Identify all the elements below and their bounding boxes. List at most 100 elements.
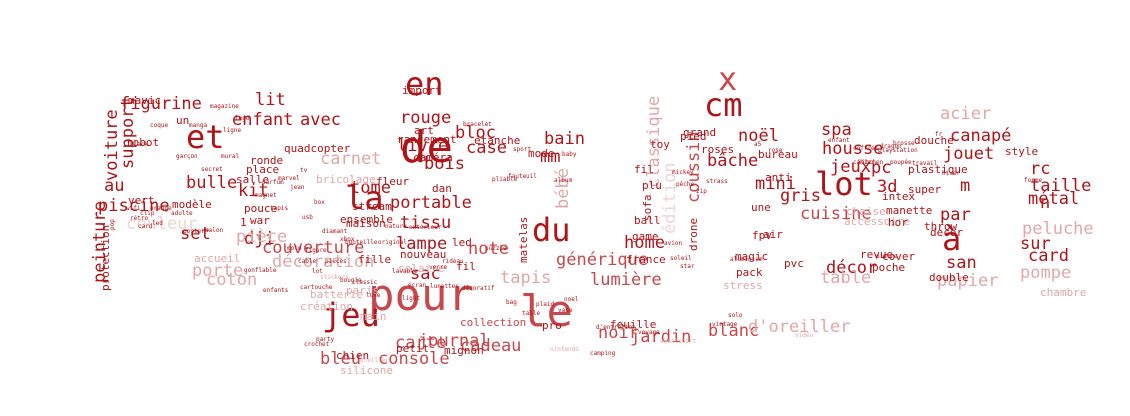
cloud-word: voyage xyxy=(638,329,660,336)
cloud-word: table xyxy=(820,268,872,288)
cloud-word: table xyxy=(522,310,541,317)
cloud-word: x xyxy=(718,60,738,98)
cloud-word: coffret xyxy=(853,145,879,152)
cloud-word: 1 xyxy=(240,216,247,229)
cloud-word: original xyxy=(378,239,407,246)
cloud-word: dan xyxy=(432,182,452,195)
cloud-word: led xyxy=(452,236,472,249)
cloud-word: pro xyxy=(542,319,562,332)
cloud-word: carnet xyxy=(320,149,382,169)
cloud-word: light xyxy=(402,295,421,302)
cloud-word: chaise xyxy=(846,205,886,218)
cloud-word: bracelet xyxy=(463,121,492,128)
cloud-word: d'entretien xyxy=(596,324,636,331)
cloud-word: diamant xyxy=(322,228,348,235)
cloud-word: poster xyxy=(183,228,205,235)
cloud-word: bébé xyxy=(553,168,573,209)
cloud-word: modèle xyxy=(172,198,212,211)
cloud-word: star xyxy=(680,263,695,270)
cloud-word: crochet xyxy=(304,341,330,348)
cloud-word: tapis xyxy=(500,268,552,288)
cloud-word: protection xyxy=(99,224,112,291)
cloud-word: hor xyxy=(888,216,908,229)
cloud-word: san xyxy=(946,253,977,273)
cloud-word: du xyxy=(532,211,571,249)
cloud-word: métal xyxy=(1028,189,1080,209)
cloud-word: une xyxy=(751,201,771,214)
cloud-word: m xyxy=(960,176,971,196)
cloud-word: écran xyxy=(408,282,427,289)
cloud-word: magazine xyxy=(210,103,239,110)
cloud-word: plu xyxy=(642,179,662,192)
cloud-word: led xyxy=(152,220,163,227)
cloud-word: soleil xyxy=(670,255,692,262)
cloud-word: étanche xyxy=(474,134,521,147)
cloud-word: vintage xyxy=(712,321,738,328)
word-cloud: pour de le la en et du à cm lot jeu x rc n m piscine enf… xyxy=(0,0,1130,416)
cloud-word: album xyxy=(554,177,573,184)
cloud-word: pierre xyxy=(876,253,898,260)
cloud-word: vase xyxy=(558,307,573,314)
cloud-word: matelas xyxy=(517,216,530,263)
cloud-word: intex xyxy=(882,190,916,203)
cloud-word: enfant xyxy=(828,137,850,144)
cloud-word: cartouche xyxy=(300,284,333,291)
cloud-word: oreiller xyxy=(360,357,389,364)
cloud-word: manga xyxy=(189,122,208,129)
cloud-word: jouet xyxy=(943,144,995,164)
cloud-word: noel xyxy=(564,296,579,303)
cloud-word: verre xyxy=(429,264,448,271)
cloud-word: a5 xyxy=(754,141,762,148)
cloud-word: rose xyxy=(768,147,783,154)
cloud-word: adulte xyxy=(171,210,193,217)
cloud-word: pack xyxy=(736,266,763,279)
cloud-word: lavable xyxy=(392,268,418,275)
cloud-word: decor xyxy=(930,226,964,239)
cloud-word: pièce xyxy=(236,227,288,247)
cloud-word: sweatshirt xyxy=(660,338,697,345)
cloud-word: art xyxy=(414,124,434,137)
cloud-word: aluminium xyxy=(730,256,763,263)
cloud-word: magnet xyxy=(255,192,277,199)
cloud-word: avion xyxy=(664,240,683,247)
cloud-word: secret xyxy=(201,166,223,173)
cloud-word: forme xyxy=(1024,177,1043,184)
cloud-word: usb xyxy=(302,214,313,221)
cloud-word: travail xyxy=(912,160,938,167)
cloud-word: war xyxy=(250,214,270,227)
cloud-word: zip xyxy=(696,188,707,195)
cloud-word: moto xyxy=(287,245,302,252)
cloud-word: création xyxy=(300,300,353,313)
cloud-word: accueil xyxy=(194,252,241,265)
cloud-word: caméra xyxy=(413,151,453,164)
cloud-word: mavic xyxy=(128,94,162,107)
cloud-word: nature xyxy=(385,223,407,230)
cloud-word: baby xyxy=(562,151,577,158)
cloud-word: brosse xyxy=(893,140,915,147)
cloud-word: bag xyxy=(506,299,517,306)
cloud-word: fr xyxy=(935,131,943,138)
cloud-word: game xyxy=(632,230,659,243)
cloud-word: ball xyxy=(634,214,661,227)
cloud-word: plaid xyxy=(536,301,555,308)
cloud-word: avec xyxy=(300,110,341,130)
cloud-word: toy xyxy=(650,138,670,151)
cloud-word: ligne xyxy=(223,127,242,134)
cloud-word: wifi xyxy=(126,205,141,212)
cloud-word: lit xyxy=(255,90,286,110)
cloud-word: solo xyxy=(728,312,743,319)
cloud-word: style xyxy=(1005,145,1039,158)
cloud-word: pêche xyxy=(676,181,695,188)
cloud-word: canapé xyxy=(950,126,1012,146)
cloud-word: main xyxy=(360,310,387,323)
cloud-word: double xyxy=(929,271,969,284)
cloud-word: peluche xyxy=(1022,219,1094,239)
cloud-word: stress xyxy=(723,279,763,292)
cloud-word: nouveau xyxy=(400,248,447,261)
cloud-word: marvel xyxy=(278,175,300,182)
cloud-word: bricolage xyxy=(316,173,376,186)
cloud-word: lot xyxy=(312,268,323,275)
cloud-word: cable xyxy=(298,258,317,265)
cloud-word: décoratif xyxy=(462,285,495,292)
cloud-word: coque xyxy=(150,122,169,129)
